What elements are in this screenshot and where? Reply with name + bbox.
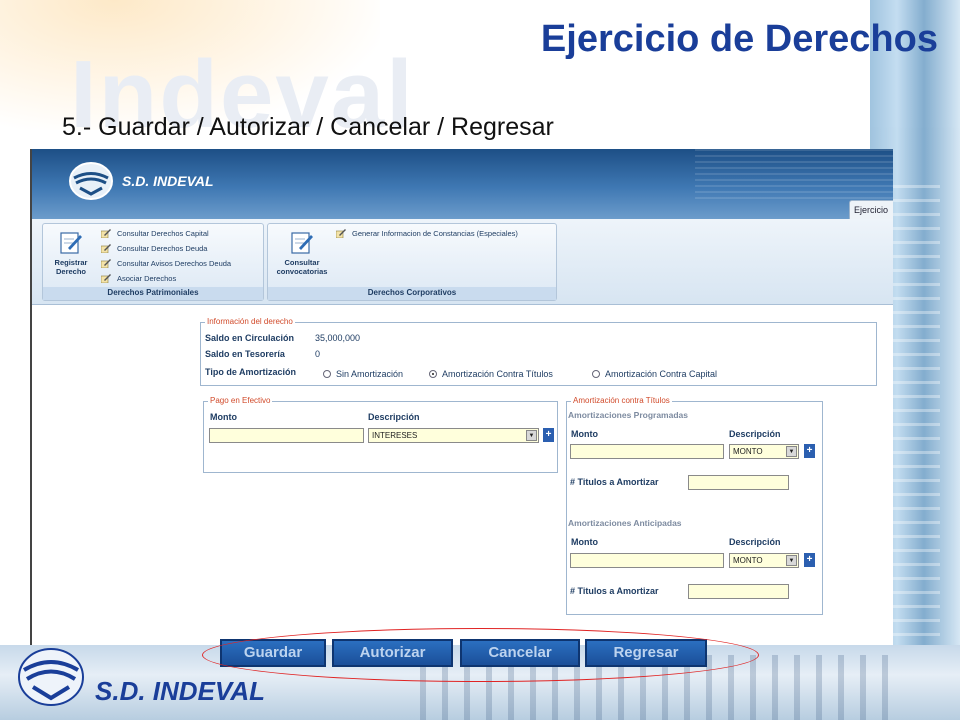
chevron-down-icon[interactable]: ▼ [786,555,797,566]
radio-amortizacion-contra-titulos[interactable]: Amortización Contra Títulos [429,369,553,379]
link-consultar-derechos-capital[interactable]: Consultar Derechos Capital [101,229,209,238]
app-window: S.D. INDEVAL Ejercicio Registrar Derecho… [30,149,893,645]
antic-add-button[interactable]: + [804,553,815,567]
prog-titulos-label: # Titulos a Amortizar [570,477,659,487]
pago-descripcion-label: Descripción [368,412,420,422]
antic-titulos-label: # Titulos a Amortizar [570,586,659,596]
programadas-title: Amortizaciones Programadas [568,410,688,420]
pago-monto-input[interactable] [209,428,364,443]
prog-monto-input[interactable] [570,444,724,459]
antic-descripcion-label: Descripción [729,537,781,547]
link-asociar-derechos[interactable]: Asociar Derechos [101,274,176,283]
ribbon-group-patrimoniales: Registrar Derecho Consultar Derechos Cap… [42,223,264,301]
radio-dot[interactable] [592,370,600,378]
tipo-amortizacion-label: Tipo de Amortización [205,367,297,377]
slide-title: Ejercicio de Derechos [540,18,938,60]
pencil-icon [101,244,111,253]
radio-sin-amortizacion[interactable]: Sin Amortización [323,369,403,379]
consultar-convocatorias-label: Consultar convocatorias [276,258,328,276]
amortizacion-titulos-fieldset: Amortización contra Títulos Amortizacion… [566,396,823,615]
indeval-logo-icon [69,162,113,200]
pago-efectivo-legend: Pago en Efectivo [208,396,273,405]
tab-ejercicio[interactable]: Ejercicio [849,200,893,219]
consultar-convocatorias-button[interactable]: Consultar convocatorias [272,230,332,276]
pago-monto-label: Monto [210,412,237,422]
radio-amortizacion-contra-capital[interactable]: Amortización Contra Capital [592,369,717,379]
pago-add-button[interactable]: + [543,428,554,442]
saldo-circulacion-label: Saldo en Circulación [205,333,295,343]
info-derecho-legend: Información del derecho [205,317,295,326]
antic-descripcion-select[interactable]: MONTO ▼ [729,553,799,568]
saldo-tesoreria-label: Saldo en Tesorería [205,349,285,359]
link-consultar-avisos-derechos-deuda[interactable]: Consultar Avisos Derechos Deuda [101,259,231,268]
prog-descripcion-select[interactable]: MONTO ▼ [729,444,799,459]
radio-dot-selected[interactable] [429,370,437,378]
link-generar-informacion-constancias[interactable]: Generar Informacion de Constancias (Espe… [336,229,518,238]
chevron-down-icon[interactable]: ▼ [786,446,797,457]
prog-monto-label: Monto [571,429,598,439]
chevron-down-icon[interactable]: ▼ [526,430,537,441]
pago-descripcion-select[interactable]: INTERESES ▼ [368,428,539,443]
app-brand: S.D. INDEVAL [122,173,214,189]
info-derecho-fieldset: Información del derecho Saldo en Circula… [200,317,877,386]
link-consultar-derechos-deuda[interactable]: Consultar Derechos Deuda [101,244,207,253]
pencil-icon [101,274,111,283]
amortizacion-titulos-legend: Amortización contra Títulos [571,396,672,405]
antic-monto-input[interactable] [570,553,724,568]
radio-dot[interactable] [323,370,331,378]
indeval-logo-icon [18,648,84,706]
antic-monto-label: Monto [571,537,598,547]
edit-document-icon [291,232,313,254]
registrar-derecho-label: Registrar Derecho [54,258,88,276]
pencil-icon [101,259,111,268]
prog-descripcion-label: Descripción [729,429,781,439]
ribbon: Registrar Derecho Consultar Derechos Cap… [32,219,893,305]
pago-efectivo-fieldset: Pago en Efectivo Monto Descripción INTER… [203,396,558,473]
anticipadas-title: Amortizaciones Anticipadas [568,518,682,528]
highlight-ellipse [202,628,759,682]
pencil-icon [336,229,346,238]
saldo-tesoreria-value: 0 [315,349,321,359]
pencil-icon [101,229,111,238]
group-label-corporativos: Derechos Corporativos [268,287,556,300]
app-header: S.D. INDEVAL Ejercicio [32,149,893,219]
antic-titulos-input[interactable] [688,584,789,599]
saldo-circulacion-value: 35,000,000 [315,333,361,343]
content-area: Información del derecho Saldo en Circula… [32,305,893,645]
group-label-patrimoniales: Derechos Patrimoniales [43,287,263,300]
prog-add-button[interactable]: + [804,444,815,458]
edit-document-icon [60,232,82,254]
registrar-derecho-button[interactable]: Registrar Derecho [49,230,93,276]
footer-brand: S.D. INDEVAL [95,676,265,706]
slide-subtitle: 5.- Guardar / Autorizar / Cancelar / Reg… [62,113,554,141]
ribbon-group-corporativos: Consultar convocatorias Generar Informac… [267,223,557,301]
prog-titulos-input[interactable] [688,475,789,490]
